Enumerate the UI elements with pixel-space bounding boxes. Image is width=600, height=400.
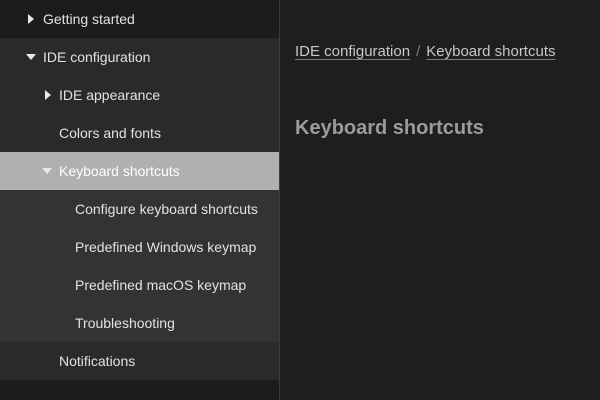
sidebar-item-ide-configuration[interactable]: IDE configuration <box>0 38 279 76</box>
sidebar-item-label: Notifications <box>59 353 136 369</box>
breadcrumb-link-ide-configuration[interactable]: IDE configuration <box>295 43 410 60</box>
sidebar-item-label: Configure keyboard shortcuts <box>75 201 258 217</box>
sidebar-item-getting-started[interactable]: Getting started <box>0 0 279 38</box>
chevron-down-icon <box>42 168 52 174</box>
breadcrumb: IDE configuration / Keyboard shortcuts <box>295 43 556 60</box>
breadcrumb-link-keyboard-shortcuts[interactable]: Keyboard shortcuts <box>426 43 555 60</box>
sidebar-item-colors-and-fonts[interactable]: Colors and fonts <box>0 114 279 152</box>
sidebar-item-troubleshooting[interactable]: Troubleshooting <box>0 304 279 342</box>
app-window: Getting started IDE configuration IDE ap… <box>0 0 600 400</box>
sidebar-item-keyboard-shortcuts[interactable]: Keyboard shortcuts <box>0 152 279 190</box>
chevron-right-icon <box>28 14 34 24</box>
sidebar-item-label: IDE appearance <box>59 87 161 103</box>
chevron-right-icon <box>45 90 51 100</box>
sidebar-group-ide-configuration: IDE configuration IDE appearance Colors … <box>0 38 279 380</box>
chevron-down-icon <box>26 54 36 60</box>
sidebar-item-ide-appearance[interactable]: IDE appearance <box>0 76 279 114</box>
sidebar-nav: Getting started IDE configuration IDE ap… <box>0 0 280 400</box>
sidebar-item-notifications[interactable]: Notifications <box>0 342 279 380</box>
page-title: Keyboard shortcuts <box>295 117 484 139</box>
sidebar-item-label: Getting started <box>43 11 135 27</box>
breadcrumb-separator: / <box>416 43 421 60</box>
sidebar-item-configure-keyboard-shortcuts[interactable]: Configure keyboard shortcuts <box>0 190 279 228</box>
sidebar-subgroup-keyboard-shortcuts: Configure keyboard shortcuts Predefined … <box>0 190 279 342</box>
sidebar-item-predefined-macos-keymap[interactable]: Predefined macOS keymap <box>0 266 279 304</box>
sidebar-item-label: Colors and fonts <box>59 125 161 141</box>
sidebar-item-label: Troubleshooting <box>75 315 175 331</box>
sidebar-item-label: Predefined macOS keymap <box>75 277 247 293</box>
sidebar-item-label: Predefined Windows keymap <box>75 239 257 255</box>
sidebar-item-predefined-windows-keymap[interactable]: Predefined Windows keymap <box>0 228 279 266</box>
sidebar-item-label: Keyboard shortcuts <box>59 163 180 179</box>
main-content: IDE configuration / Keyboard shortcuts Key… <box>280 0 600 400</box>
sidebar-item-label: IDE configuration <box>43 49 151 65</box>
